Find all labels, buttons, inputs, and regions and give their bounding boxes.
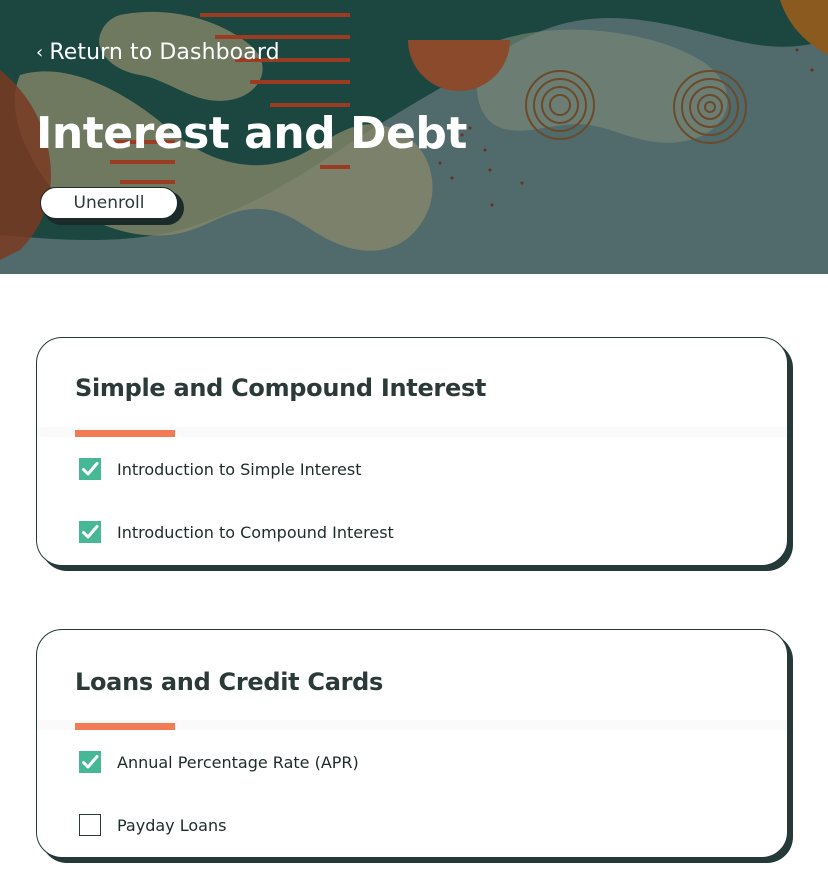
module-card-body: Simple and Compound Interest Introductio… (36, 337, 788, 566)
lesson-label[interactable]: Payday Loans (117, 816, 226, 835)
unenroll-button-wrap: Unenroll (40, 187, 184, 225)
module-title: Simple and Compound Interest (75, 374, 487, 402)
unenroll-button[interactable]: Unenroll (40, 187, 178, 219)
module-card-body: Loans and Credit Cards Annual Percentage… (36, 629, 788, 858)
module-card: Loans and Credit Cards Annual Percentage… (36, 629, 793, 863)
module-title: Loans and Credit Cards (75, 668, 383, 696)
module-accent-bar (75, 430, 175, 437)
lesson-item[interactable]: Introduction to Compound Interest (79, 520, 394, 544)
return-to-dashboard-label: Return to Dashboard (49, 40, 280, 65)
chevron-left-icon: ‹ (36, 42, 44, 63)
checkmark-icon (82, 462, 99, 476)
module-card: Simple and Compound Interest Introductio… (36, 337, 793, 571)
hero-content: ‹ Return to Dashboard Interest and Debt U… (0, 0, 828, 274)
checkmark-icon (82, 755, 99, 769)
lesson-checkbox-unchecked[interactable] (79, 814, 101, 836)
page-title: Interest and Debt (36, 108, 467, 159)
lesson-item[interactable]: Introduction to Simple Interest (79, 457, 362, 481)
lesson-checkbox-checked[interactable] (79, 751, 101, 773)
lesson-item[interactable]: Payday Loans (79, 813, 226, 837)
lesson-item[interactable]: Annual Percentage Rate (APR) (79, 750, 359, 774)
module-accent-bar (75, 723, 175, 730)
lesson-checkbox-checked[interactable] (79, 458, 101, 480)
checkmark-icon (82, 525, 99, 539)
lesson-label[interactable]: Introduction to Simple Interest (117, 460, 362, 479)
return-to-dashboard-link[interactable]: ‹ Return to Dashboard (36, 40, 280, 65)
lesson-label[interactable]: Annual Percentage Rate (APR) (117, 753, 359, 772)
lesson-checkbox-checked[interactable] (79, 521, 101, 543)
course-hero: ‹ Return to Dashboard Interest and Debt U… (0, 0, 828, 274)
lesson-label[interactable]: Introduction to Compound Interest (117, 523, 394, 542)
